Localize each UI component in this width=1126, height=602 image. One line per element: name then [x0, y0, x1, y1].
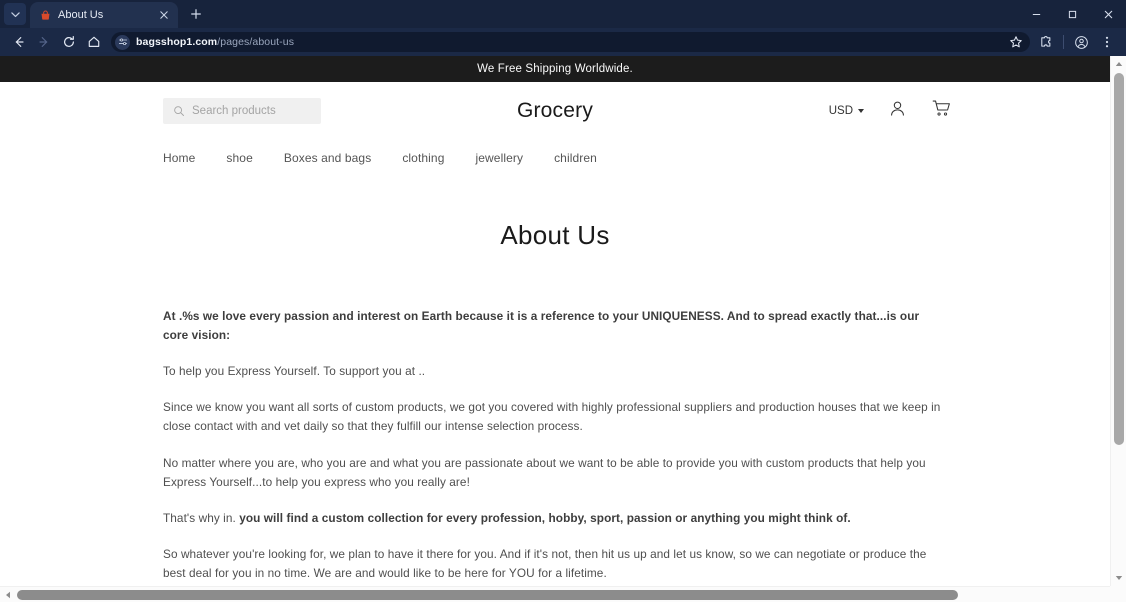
search-input[interactable]: Search products	[163, 98, 321, 124]
vertical-scroll-thumb[interactable]	[1114, 73, 1124, 445]
paragraph-emphasis: you will find a custom collection for ev…	[239, 510, 851, 525]
plus-icon	[191, 9, 201, 19]
forward-button[interactable]	[32, 30, 56, 54]
profile-button[interactable]	[1069, 30, 1093, 54]
home-button[interactable]	[82, 30, 106, 54]
address-bar-url: bagsshop1.com/pages/about-us	[136, 36, 294, 48]
shop-favicon	[39, 9, 51, 21]
page-title: About Us	[500, 220, 610, 250]
new-tab-button[interactable]	[183, 1, 209, 27]
paragraph: So whatever you're looking for, we plan …	[163, 546, 927, 580]
scroll-down-arrow-icon	[1115, 576, 1123, 580]
browser-tab-about-us[interactable]: About Us	[30, 2, 178, 28]
scroll-left-button[interactable]	[0, 587, 16, 602]
browser-toolbar: bagsshop1.com/pages/about-us	[0, 28, 1126, 56]
profile-avatar-icon	[1074, 35, 1088, 49]
extensions-button[interactable]	[1034, 30, 1058, 54]
paragraph: That's why in. you will find a custom co…	[163, 509, 947, 528]
horizontal-scrollbar[interactable]	[0, 586, 1126, 602]
search-icon	[174, 106, 184, 116]
chevron-down-icon	[10, 11, 20, 17]
bookmark-button[interactable]	[1005, 31, 1027, 53]
currency-label: USD	[828, 105, 853, 117]
close-icon	[1104, 10, 1112, 18]
url-domain: bagsshop1.com	[136, 36, 218, 48]
scroll-up-arrow-icon	[1115, 62, 1123, 66]
horizontal-scroll-thumb[interactable]	[17, 590, 958, 600]
paragraph: No matter where you are, who you are and…	[163, 455, 926, 489]
paragraph-lead: That's why in.	[163, 510, 240, 525]
site-header: Search products Grocery USD	[0, 82, 1110, 140]
forward-arrow-icon	[39, 37, 48, 47]
chevron-down-icon	[858, 109, 864, 113]
back-arrow-icon	[15, 37, 24, 47]
nav-item-home[interactable]: Home	[163, 151, 214, 165]
search-placeholder: Search products	[192, 105, 276, 117]
back-button[interactable]	[7, 30, 31, 54]
currency-selector[interactable]: USD	[829, 105, 864, 117]
scroll-up-button[interactable]	[1111, 56, 1126, 72]
nav-item-shoe[interactable]: shoe	[226, 151, 271, 165]
window-minimize-button[interactable]	[1018, 0, 1054, 28]
window-controls	[1018, 0, 1126, 28]
scroll-left-arrow-icon	[6, 591, 10, 599]
window-close-button[interactable]	[1090, 0, 1126, 28]
paragraph: Since we know you want all sorts of cust…	[163, 400, 941, 434]
scroll-down-button[interactable]	[1111, 570, 1126, 586]
toolbar-divider	[1063, 35, 1064, 49]
cart-button[interactable]	[931, 98, 952, 124]
announcement-text: We Free Shipping Worldwide.	[477, 63, 633, 75]
puzzle-piece-icon	[1041, 36, 1051, 47]
site-settings-button[interactable]	[115, 34, 130, 50]
tab-close-icon[interactable]	[156, 7, 172, 23]
paragraph: To help you Express Yourself. To support…	[163, 364, 426, 379]
maximize-icon	[1068, 10, 1076, 18]
reload-icon	[64, 35, 74, 47]
nav-item-jewellery[interactable]: jewellery	[475, 151, 542, 165]
home-icon	[88, 36, 100, 47]
window-maximize-button[interactable]	[1054, 0, 1090, 28]
account-button[interactable]	[888, 99, 907, 123]
nav-item-boxes-and-bags[interactable]: Boxes and bags	[284, 151, 390, 165]
browser-menu-button[interactable]	[1095, 30, 1119, 54]
user-account-icon	[891, 101, 904, 116]
tab-strip: About Us	[0, 0, 1126, 28]
main-navigation: Home shoe Boxes and bags clothing jewell…	[0, 140, 1110, 176]
header-actions: USD	[829, 98, 952, 124]
shopping-cart-icon	[932, 100, 950, 116]
vertical-scrollbar[interactable]	[1110, 56, 1126, 586]
nav-item-clothing[interactable]: clothing	[402, 151, 463, 165]
tune-sliders-icon	[118, 38, 127, 46]
toolbar-right-actions	[1034, 30, 1119, 54]
star-icon	[1010, 36, 1022, 48]
address-bar[interactable]: bagsshop1.com/pages/about-us	[111, 32, 1030, 52]
announcement-bar: We Free Shipping Worldwide.	[0, 56, 1110, 82]
three-dot-menu-icon	[1105, 36, 1109, 48]
scrollbar-corner	[1110, 586, 1126, 602]
minimize-icon	[1032, 13, 1040, 15]
page-viewport: We Free Shipping Worldwide. Search produ…	[0, 56, 1126, 602]
tab-title: About Us	[58, 9, 104, 21]
web-page: We Free Shipping Worldwide. Search produ…	[0, 56, 1110, 586]
tab-search-button[interactable]	[4, 3, 26, 25]
url-path: /pages/about-us	[217, 36, 295, 48]
reload-button[interactable]	[57, 30, 81, 54]
browser-window: About Us bagsshop1.com/pages/about-us We…	[0, 0, 1126, 602]
nav-item-children[interactable]: children	[554, 151, 616, 165]
about-us-content: At .%s we love every passion and interes…	[0, 307, 1110, 602]
paragraph: At .%s we love every passion and interes…	[163, 309, 920, 343]
